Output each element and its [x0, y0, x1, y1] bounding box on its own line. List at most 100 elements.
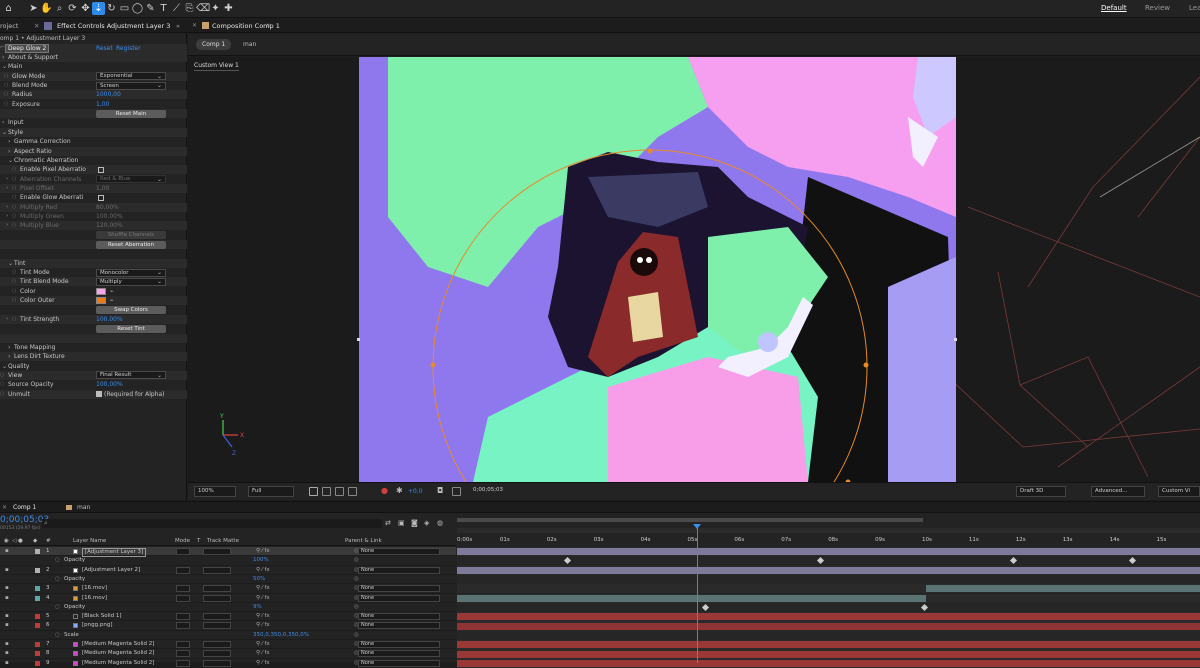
- layer-duration-bar[interactable]: [457, 650, 1200, 658]
- puppet-icon[interactable]: ✚: [222, 2, 235, 15]
- stopwatch-icon[interactable]: ◌: [4, 90, 8, 99]
- roto-icon[interactable]: ✦: [209, 2, 222, 15]
- layer-duration-bar[interactable]: [457, 566, 1200, 574]
- property-value[interactable]: 50%: [253, 575, 265, 584]
- mode-dropdown[interactable]: [176, 622, 190, 630]
- label-color-swatch[interactable]: [35, 623, 40, 629]
- shy-icon[interactable]: ◙: [411, 519, 418, 527]
- tab-comp-1[interactable]: Comp 1: [13, 504, 36, 511]
- layer-name[interactable]: [16.mov]: [82, 594, 107, 603]
- nav-comp-1[interactable]: Comp 1: [196, 39, 232, 50]
- visibility-icon[interactable]: ▪: [5, 584, 9, 593]
- viewer-timecode[interactable]: 0;00;05;03: [470, 486, 510, 497]
- parent-dropdown[interactable]: None: [358, 641, 440, 648]
- stopwatch-icon[interactable]: ◌: [55, 575, 60, 584]
- workspace-review[interactable]: Review: [1145, 4, 1170, 12]
- layer-duration-bar[interactable]: [457, 613, 1200, 621]
- advanced-dropdown[interactable]: Advanced...: [1091, 486, 1145, 497]
- layer-row[interactable]: ▪ 3 [16.mov] ⚲ ⁄ fx ◎ None: [0, 584, 456, 594]
- layer-row[interactable]: ▪ 1 [Adjustment Layer 3] ⚲ ⁄ fx ◎ None: [0, 547, 456, 557]
- orbit-icon[interactable]: ⟳: [66, 2, 79, 15]
- track-matte-dropdown[interactable]: [203, 659, 231, 667]
- layer-duration-bar[interactable]: [457, 641, 1200, 649]
- nav-man[interactable]: man: [243, 41, 256, 48]
- mode-dropdown[interactable]: [176, 548, 190, 555]
- workspace-lea[interactable]: Lea: [1189, 4, 1200, 12]
- property-value[interactable]: 120,00%: [96, 221, 123, 230]
- property-value[interactable]: 350,0,350,0,350,0%: [253, 631, 309, 640]
- resolution-dropdown[interactable]: Full: [248, 486, 294, 497]
- visibility-icon[interactable]: ▪: [5, 612, 9, 621]
- stopwatch-icon[interactable]: ◌: [12, 268, 16, 277]
- layer-name[interactable]: [Black Solid 1]: [82, 612, 122, 621]
- disclosure-icon[interactable]: ⌄: [8, 156, 13, 165]
- stopwatch-icon[interactable]: ◌: [55, 556, 60, 565]
- stopwatch-icon[interactable]: ◌: [12, 315, 16, 324]
- stopwatch-icon[interactable]: ◌: [12, 212, 16, 221]
- layer-duration-bar[interactable]: [457, 548, 1200, 556]
- layer-name[interactable]: [16.mov]: [82, 584, 107, 593]
- disclosure-icon[interactable]: ›: [2, 53, 4, 62]
- property-value[interactable]: 100%: [253, 556, 269, 565]
- layer-row[interactable]: ▪ 7 [Medium Magenta Solid 2] ⚲ ⁄ fx ◎ None: [0, 640, 456, 650]
- layer-search-input[interactable]: [42, 519, 382, 528]
- color-management-icon[interactable]: ✱: [396, 486, 403, 495]
- layer-name[interactable]: [Medium Magenta Solid 2]: [82, 649, 154, 658]
- property-row[interactable]: ◌ Opacity 50% ◎: [0, 575, 456, 585]
- pickwhip-icon[interactable]: ◎: [354, 575, 359, 584]
- label-color-swatch[interactable]: [35, 586, 40, 592]
- region-icon[interactable]: [309, 487, 318, 496]
- channels-icon[interactable]: ●: [381, 486, 388, 495]
- stopwatch-icon[interactable]: ◌: [12, 203, 16, 212]
- checkbox[interactable]: [98, 194, 104, 201]
- property-value[interactable]: 100,00%: [96, 212, 123, 221]
- layer-switches[interactable]: ⚲ ⁄ fx: [256, 621, 270, 630]
- layer-name-header[interactable]: Layer Name: [73, 536, 106, 546]
- checkbox[interactable]: [96, 391, 102, 398]
- disclosure-icon[interactable]: ⌄: [2, 62, 7, 71]
- effect-button[interactable]: Reset Main: [96, 109, 166, 118]
- close-icon[interactable]: ✕: [34, 22, 39, 30]
- comp-viewer[interactable]: Y X Z Custom View 1: [188, 57, 1200, 482]
- label-color-swatch[interactable]: [35, 567, 40, 573]
- property-row[interactable]: ◌ Opacity 100% ◎: [0, 556, 456, 566]
- layer-duration-bar[interactable]: [457, 594, 926, 602]
- stopwatch-icon[interactable]: ◌: [12, 287, 16, 296]
- disclosure-icon[interactable]: ›: [6, 184, 8, 193]
- stopwatch-icon[interactable]: ◌: [0, 380, 4, 389]
- motion-blur-icon[interactable]: ◍: [437, 519, 443, 527]
- close-icon[interactable]: ✕: [2, 504, 7, 511]
- track-matte-dropdown[interactable]: [203, 548, 231, 555]
- transparency-icon[interactable]: [348, 487, 357, 496]
- layer-row[interactable]: ▪ 5 [Black Solid 1] ⚲ ⁄ fx ◎ None: [0, 612, 456, 622]
- layer-switches[interactable]: ⚲ ⁄ fx: [256, 659, 270, 668]
- visibility-icon[interactable]: ▪: [5, 547, 9, 556]
- track-matte-dropdown[interactable]: [203, 594, 231, 602]
- layer-switches[interactable]: ⚲ ⁄ fx: [256, 612, 270, 621]
- renderer-button[interactable]: Draft 3D: [1016, 486, 1066, 497]
- workspace-default[interactable]: Default: [1101, 4, 1127, 12]
- parent-dropdown[interactable]: None: [358, 650, 440, 658]
- layer-duration-bar[interactable]: [925, 585, 1200, 593]
- parent-dropdown[interactable]: None: [358, 613, 440, 621]
- label-color-swatch[interactable]: [35, 614, 40, 620]
- dolly-icon[interactable]: ⇣: [92, 2, 105, 15]
- tab-effect-controls[interactable]: Effect Controls Adjustment Layer 3: [57, 22, 170, 30]
- disclosure-icon[interactable]: ›: [8, 147, 10, 156]
- disclosure-icon[interactable]: ›: [6, 203, 8, 212]
- disclosure-icon[interactable]: ⌄: [2, 362, 7, 371]
- track-matte-dropdown[interactable]: [203, 641, 231, 648]
- frame-blending-icon[interactable]: ◈: [424, 519, 429, 527]
- disclosure-icon[interactable]: ›: [6, 315, 8, 324]
- effect-name[interactable]: Deep Glow 2: [5, 44, 50, 53]
- layer-switches[interactable]: ⚲ ⁄ fx: [256, 584, 270, 593]
- layer-row[interactable]: ▪ 2 [Adjustment Layer 2] ⚲ ⁄ fx ◎ None: [0, 566, 456, 575]
- stopwatch-icon[interactable]: ◌: [12, 175, 16, 184]
- hand-icon[interactable]: ✋: [40, 2, 53, 15]
- disclosure-icon[interactable]: ›: [8, 343, 10, 352]
- color-swatch[interactable]: [96, 297, 106, 305]
- layer-switches[interactable]: ⚲ ⁄ fx: [256, 566, 270, 575]
- stopwatch-icon[interactable]: ◌: [4, 81, 8, 90]
- disclosure-icon[interactable]: ›: [6, 212, 8, 221]
- effect-button[interactable]: Swap Colors: [96, 305, 166, 314]
